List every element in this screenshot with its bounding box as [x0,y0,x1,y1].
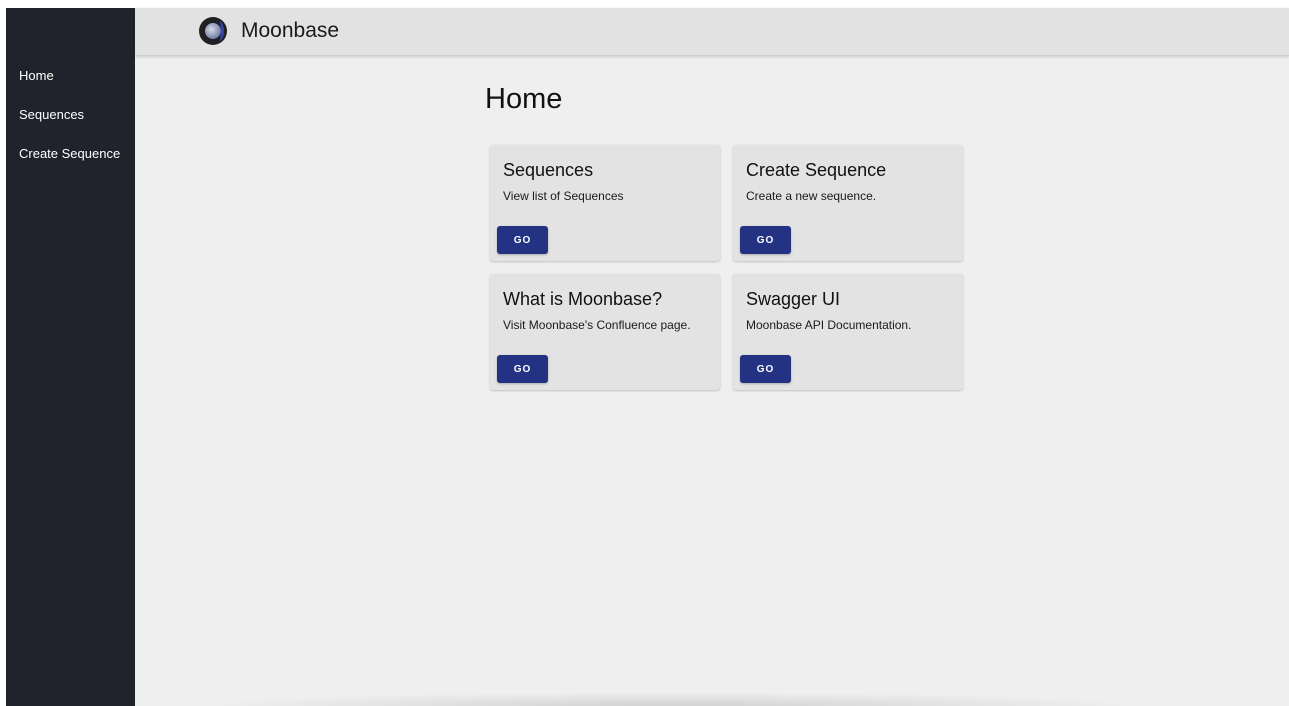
sidebar-item-home[interactable]: Home [6,68,135,107]
card-create-sequence: Create Sequence Create a new sequence. G… [733,145,963,261]
card-what-is-moonbase: What is Moonbase? Visit Moonbase's Confl… [490,274,720,390]
top-bar: Moonbase [135,8,1289,56]
card-sequences: Sequences View list of Sequences GO [490,145,720,261]
sidebar-item-create-sequence[interactable]: Create Sequence [6,146,135,185]
card-description: View list of Sequences [503,189,624,203]
card-description: Visit Moonbase's Confluence page. [503,318,691,332]
card-swagger-ui: Swagger UI Moonbase API Documentation. G… [733,274,963,390]
card-grid: Sequences View list of Sequences GO Crea… [490,145,963,390]
card-description: Moonbase API Documentation. [746,318,912,332]
card-title: Create Sequence [746,160,887,180]
go-button-sequences[interactable]: GO [497,226,548,254]
bottom-shadow [195,692,1149,706]
moon-logo-icon [199,17,227,45]
app-window: Home Sequences Create Sequence Moonbase … [6,8,1289,706]
card-description: Create a new sequence. [746,189,877,203]
go-button-create-sequence[interactable]: GO [740,226,791,254]
sidebar: Home Sequences Create Sequence [6,8,135,706]
card-title: Swagger UI [746,289,841,309]
page-title: Home [485,83,563,115]
card-title: Sequences [503,160,594,180]
sidebar-item-sequences[interactable]: Sequences [6,107,135,146]
go-button-swagger-ui[interactable]: GO [740,355,791,383]
app-title: Moonbase [241,19,340,42]
brand[interactable]: Moonbase [199,15,339,47]
main-content: Moonbase Home Sequences View list of Seq… [135,8,1289,706]
go-button-what-is-moonbase[interactable]: GO [497,355,548,383]
card-title: What is Moonbase? [503,289,663,309]
